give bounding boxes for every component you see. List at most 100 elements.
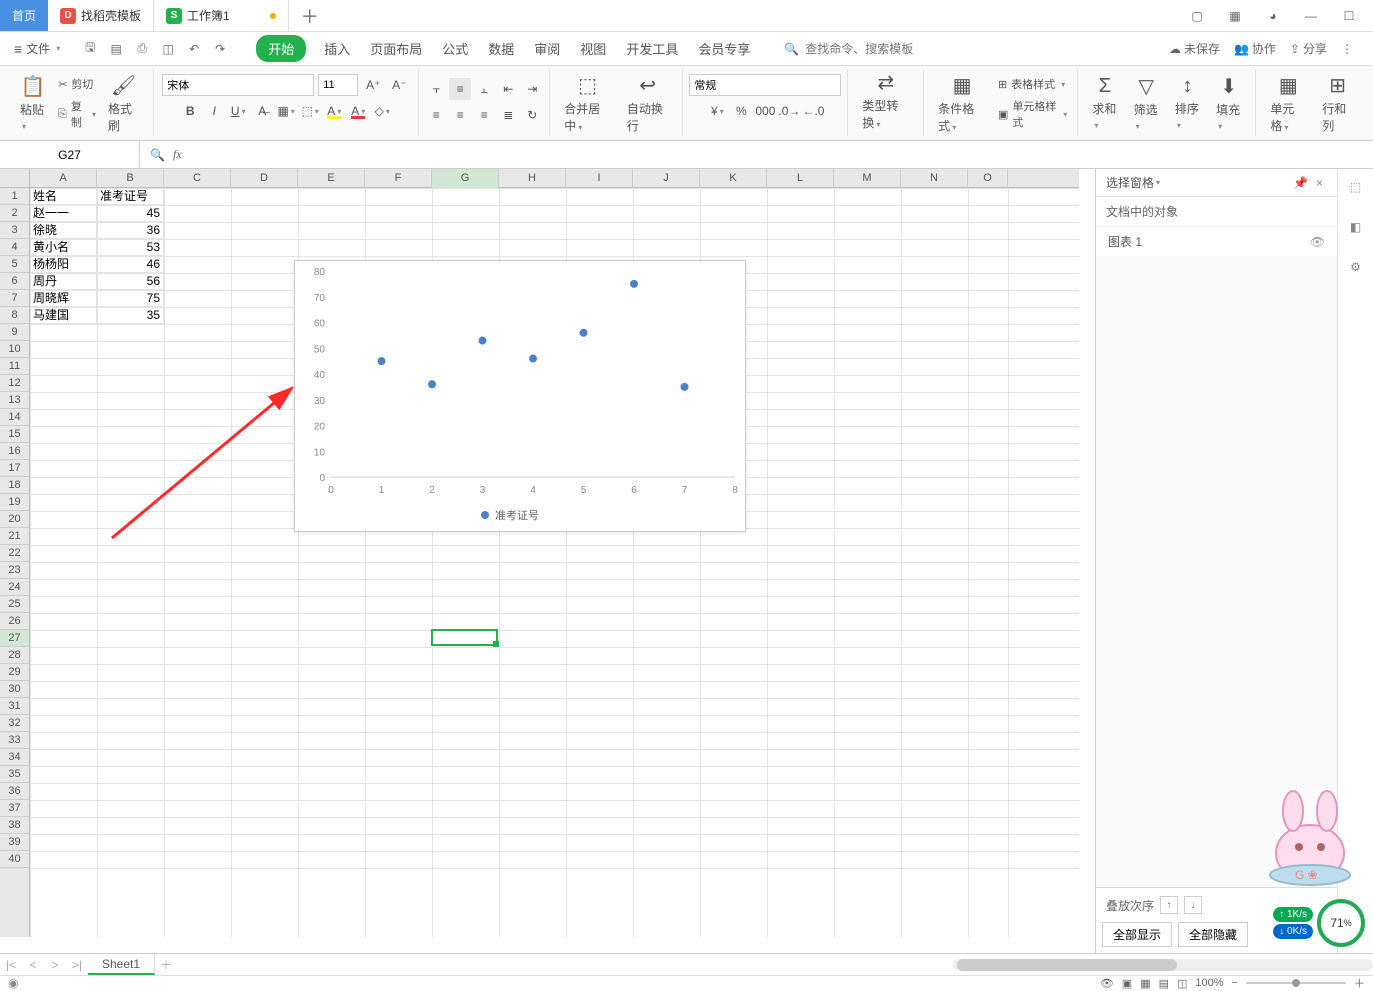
visibility-eye-icon[interactable]: 👁 xyxy=(1310,235,1325,249)
row-header-2[interactable]: 2 xyxy=(0,205,29,222)
sheet-tab-sheet1[interactable]: Sheet1 xyxy=(88,954,155,975)
row-header-35[interactable]: 35 xyxy=(0,766,29,783)
menu-tab-0[interactable]: 开始 xyxy=(256,35,306,62)
row-header-20[interactable]: 20 xyxy=(0,511,29,528)
view-break-icon[interactable]: ◫ xyxy=(1177,977,1187,990)
apps-icon[interactable]: ▦ xyxy=(1221,2,1249,30)
col-header-H[interactable]: H xyxy=(499,169,566,188)
menu-tab-2[interactable]: 页面布局 xyxy=(368,35,424,62)
row-header-22[interactable]: 22 xyxy=(0,545,29,562)
increase-font-button[interactable]: A⁺ xyxy=(362,74,384,96)
decrease-indent-button[interactable]: ⇤ xyxy=(497,78,519,100)
col-header-O[interactable]: O xyxy=(968,169,1008,188)
cell-B5[interactable]: 46 xyxy=(97,256,164,273)
cell-A3[interactable]: 徐晓 xyxy=(30,222,97,239)
filter-button[interactable]: ▽筛选▾ xyxy=(1126,70,1167,136)
row-header-29[interactable]: 29 xyxy=(0,664,29,681)
row-header-33[interactable]: 33 xyxy=(0,732,29,749)
percent-button[interactable]: % xyxy=(730,100,752,122)
col-header-M[interactable]: M xyxy=(834,169,901,188)
rail-select-icon[interactable]: ⬚ xyxy=(1344,175,1368,199)
increase-decimal-button[interactable]: .0→ xyxy=(778,100,800,122)
row-header-14[interactable]: 14 xyxy=(0,409,29,426)
view-page-icon[interactable]: ▤ xyxy=(1159,977,1169,990)
row-header-38[interactable]: 38 xyxy=(0,817,29,834)
menu-tab-4[interactable]: 数据 xyxy=(486,35,516,62)
fill-button[interactable]: ⬇填充▾ xyxy=(1208,70,1249,136)
table-style-button[interactable]: ⊞表格样式▾ xyxy=(994,75,1071,93)
row-header-21[interactable]: 21 xyxy=(0,528,29,545)
avatar-icon[interactable]: ◕ xyxy=(1259,2,1287,30)
cell-B2[interactable]: 45 xyxy=(97,205,164,222)
cell-A2[interactable]: 赵一一 xyxy=(30,205,97,222)
show-all-button[interactable]: 全部显示 xyxy=(1102,922,1172,947)
row-header-4[interactable]: 4 xyxy=(0,239,29,256)
cell-B8[interactable]: 35 xyxy=(97,307,164,324)
add-sheet-button[interactable]: ＋ xyxy=(155,956,177,973)
zoom-slider[interactable] xyxy=(1246,982,1346,984)
row-header-1[interactable]: 1 xyxy=(0,188,29,205)
tab-templates[interactable]: D 找稻壳模板 xyxy=(48,0,153,31)
format-painter-button[interactable]: 🖌格式刷 xyxy=(100,73,147,134)
row-header-19[interactable]: 19 xyxy=(0,494,29,511)
row-header-30[interactable]: 30 xyxy=(0,681,29,698)
row-header-37[interactable]: 37 xyxy=(0,800,29,817)
cell-A1[interactable]: 姓名 xyxy=(30,188,97,205)
number-format-select[interactable] xyxy=(689,74,841,96)
col-header-B[interactable]: B xyxy=(97,169,164,188)
font-color-button[interactable]: A▾ xyxy=(347,100,369,122)
row-header-13[interactable]: 13 xyxy=(0,392,29,409)
print-icon[interactable]: ⎙ xyxy=(132,39,152,59)
zoom-hint-icon[interactable]: 🔍 xyxy=(150,148,165,162)
conditional-format-button[interactable]: ▦条件格式▾ xyxy=(930,70,994,136)
col-header-K[interactable]: K xyxy=(700,169,767,188)
col-header-I[interactable]: I xyxy=(566,169,633,188)
justify-button[interactable]: ≣ xyxy=(497,104,519,126)
row-header-11[interactable]: 11 xyxy=(0,358,29,375)
row-header-26[interactable]: 26 xyxy=(0,613,29,630)
file-menu[interactable]: ≡ 文件▾ xyxy=(6,40,68,57)
row-header-7[interactable]: 7 xyxy=(0,290,29,307)
merge-center-button[interactable]: ⬚合并居中▾ xyxy=(556,70,619,136)
align-bottom-button[interactable]: ⫠ xyxy=(473,78,495,100)
row-header-6[interactable]: 6 xyxy=(0,273,29,290)
menu-tab-3[interactable]: 公式 xyxy=(440,35,470,62)
cell-button[interactable]: ▦单元格▾ xyxy=(1262,70,1314,136)
zoom-out-button[interactable]: − xyxy=(1232,977,1238,989)
currency-button[interactable]: ¥▾ xyxy=(706,100,728,122)
cell-B6[interactable]: 56 xyxy=(97,273,164,290)
eye-icon[interactable]: 👁 xyxy=(1100,977,1114,990)
cell-A7[interactable]: 周晓辉 xyxy=(30,290,97,307)
maximize-button[interactable]: ☐ xyxy=(1335,2,1363,30)
more-menu[interactable]: ⋮ xyxy=(1341,42,1353,56)
row-col-button[interactable]: ⊞行和列 xyxy=(1314,70,1361,136)
name-box[interactable] xyxy=(0,141,140,168)
comma-button[interactable]: 000 xyxy=(754,100,776,122)
col-header-E[interactable]: E xyxy=(298,169,365,188)
bring-forward-button[interactable]: ↑ xyxy=(1160,896,1178,914)
menu-tab-7[interactable]: 开发工具 xyxy=(624,35,680,62)
bold-button[interactable]: B xyxy=(179,100,201,122)
rail-style-icon[interactable]: ◧ xyxy=(1344,215,1368,239)
row-header-15[interactable]: 15 xyxy=(0,426,29,443)
pane-object-0[interactable]: 图表 1👁 xyxy=(1096,227,1337,256)
col-header-A[interactable]: A xyxy=(30,169,97,188)
cell-A6[interactable]: 周丹 xyxy=(30,273,97,290)
row-header-40[interactable]: 40 xyxy=(0,851,29,868)
spreadsheet-grid[interactable]: ABCDEFGHIJKLMNO 123456789101112131415161… xyxy=(0,169,1095,953)
fx-icon[interactable]: fx xyxy=(173,147,182,162)
row-header-39[interactable]: 39 xyxy=(0,834,29,851)
row-header-28[interactable]: 28 xyxy=(0,647,29,664)
align-center-button[interactable]: ≡ xyxy=(449,104,471,126)
cell-style-button[interactable]: ▣单元格样式▾ xyxy=(994,97,1071,131)
undo-icon[interactable]: ↶ xyxy=(184,39,204,59)
preview-icon[interactable]: ◫ xyxy=(158,39,178,59)
col-header-L[interactable]: L xyxy=(767,169,834,188)
decrease-decimal-button[interactable]: ←.0 xyxy=(802,100,824,122)
cell-B3[interactable]: 36 xyxy=(97,222,164,239)
highlight-color-button[interactable]: A▾ xyxy=(323,100,345,122)
col-header-D[interactable]: D xyxy=(231,169,298,188)
row-header-17[interactable]: 17 xyxy=(0,460,29,477)
embedded-chart[interactable]: 01020304050607080012345678准考证号 xyxy=(294,260,746,532)
rail-settings-icon[interactable]: ⚙ xyxy=(1344,255,1368,279)
